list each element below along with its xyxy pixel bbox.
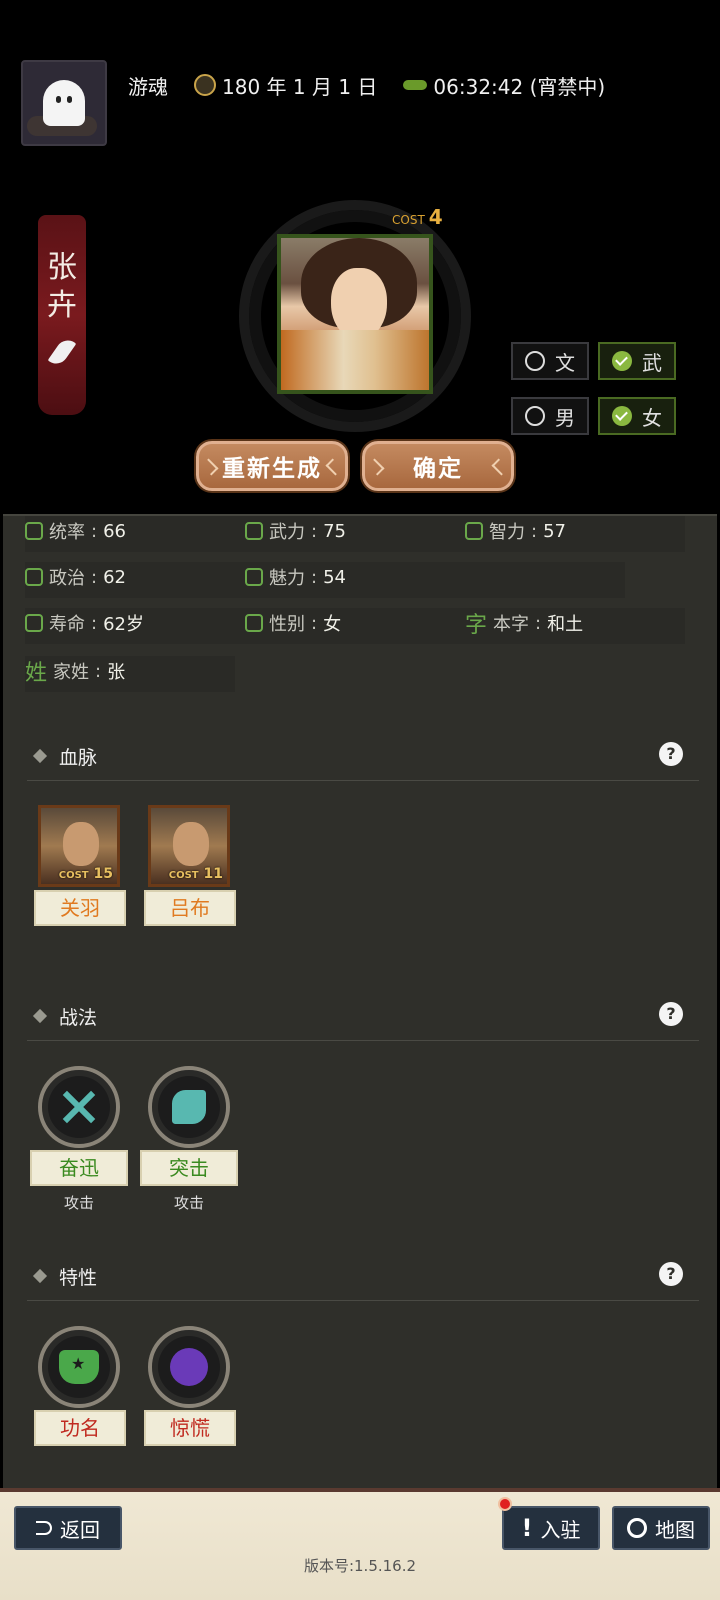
trait-jinghuang-name[interactable]: 惊慌 xyxy=(144,1410,236,1446)
trait-gongming-name[interactable]: 功名 xyxy=(34,1410,126,1446)
radio-unchecked-icon xyxy=(525,406,545,426)
brain-icon xyxy=(465,522,483,540)
toggle-female[interactable]: 女 xyxy=(598,397,676,435)
hero-card-guanyu[interactable]: COST 15 xyxy=(38,805,120,887)
hero-card-lvbu[interactable]: COST 11 xyxy=(148,805,230,887)
confirm-label: 确定 xyxy=(413,456,463,482)
game-time: 06:32:42 (宵禁中) xyxy=(433,74,606,99)
trait-jinghuang[interactable] xyxy=(148,1326,230,1408)
ant-icon xyxy=(403,80,428,90)
radio-unchecked-icon xyxy=(525,351,545,371)
section-bloodline: 血脉 ? xyxy=(27,731,699,781)
lifespan-icon xyxy=(25,614,43,632)
attributes-panel[interactable]: 统率: 66 武力: 75 智力: 57 政治: 62 魅力: 54 寿命: 6… xyxy=(3,514,717,1600)
gender-icon xyxy=(245,614,263,632)
crossed-swords-icon xyxy=(62,1090,96,1124)
trait-gongming[interactable] xyxy=(38,1326,120,1408)
regenerate-button[interactable]: 重新生成 xyxy=(196,441,348,491)
zi-char-icon: 字 xyxy=(465,613,488,638)
version-label: 版本号:1.5.16.2 xyxy=(303,1557,417,1575)
hero-name-lvbu[interactable]: 吕布 xyxy=(144,890,236,926)
toggle-wen-label: 文 xyxy=(555,350,575,375)
map-button[interactable]: 地图 xyxy=(612,1506,710,1550)
character-portrait xyxy=(277,234,433,394)
check-icon xyxy=(612,406,632,426)
hero-name-guanyu[interactable]: 关羽 xyxy=(34,890,126,926)
stat-tongshuai: 统率: 66 xyxy=(25,516,126,546)
stat-shouming: 寿命: 62岁 xyxy=(25,608,144,638)
bottom-bar: 返回 ! 入驻 地图 xyxy=(0,1488,720,1600)
tactic-tuji-type: 攻击 xyxy=(173,1194,204,1212)
check-icon xyxy=(612,351,632,371)
ghost-icon xyxy=(43,80,85,126)
cost-value: 4 xyxy=(428,205,443,229)
quill-icon[interactable] xyxy=(47,335,77,369)
globe-icon xyxy=(627,1518,647,1538)
notification-dot xyxy=(498,1497,512,1511)
toggle-male[interactable]: 男 xyxy=(511,397,589,435)
help-icon[interactable]: ? xyxy=(659,1262,683,1286)
stat-jiaxing: 姓 家姓: 张 xyxy=(25,656,125,687)
section-tactics-title: 战法 xyxy=(59,1007,98,1029)
name-banner: 张 卉 xyxy=(38,215,86,415)
koala-icon xyxy=(170,1348,208,1386)
diamond-icon xyxy=(32,1268,48,1284)
stat-wuli: 武力: 75 xyxy=(245,516,346,546)
help-icon[interactable]: ? xyxy=(659,742,683,766)
xing-char-icon: 姓 xyxy=(25,661,48,686)
toggle-wu-label: 武 xyxy=(642,350,662,375)
section-tactics: 战法 ? xyxy=(27,991,699,1041)
eye-icon xyxy=(245,568,263,586)
runner-icon xyxy=(172,1090,206,1124)
stat-meili: 魅力: 54 xyxy=(245,562,346,592)
hero-cost: COST 15 xyxy=(58,866,113,882)
back-arrow-icon xyxy=(36,1521,52,1535)
section-traits-title: 特性 xyxy=(59,1267,98,1289)
player-name: 游魂 xyxy=(128,74,168,99)
diamond-icon xyxy=(32,748,48,764)
map-label: 地图 xyxy=(655,1517,695,1542)
cost-label: COST xyxy=(392,213,425,227)
stat-zhili: 智力: 57 xyxy=(465,516,566,546)
section-bloodline-title: 血脉 xyxy=(59,747,98,769)
toggle-female-label: 女 xyxy=(642,405,662,430)
station-label: 入驻 xyxy=(540,1517,581,1542)
flag-icon xyxy=(25,522,43,540)
tactic-tuji-name[interactable]: 突击 xyxy=(140,1150,238,1186)
stat-zhengzhi: 政治: 62 xyxy=(25,562,126,592)
toggle-wen[interactable]: 文 xyxy=(511,342,589,380)
game-date: 180 年 1 月 1 日 xyxy=(222,74,378,99)
player-avatar[interactable] xyxy=(21,60,107,146)
hero-cost: COST 11 xyxy=(168,866,223,882)
arm-icon xyxy=(245,522,263,540)
status-bar: 游魂 180 年 1 月 1 日 06:32:42 (宵禁中) xyxy=(128,70,605,100)
tactic-fenxun[interactable] xyxy=(38,1066,120,1148)
exclamation-icon: ! xyxy=(521,1514,533,1542)
tactic-fenxun-name[interactable]: 奋迅 xyxy=(30,1150,128,1186)
station-button[interactable]: ! 入驻 xyxy=(502,1506,600,1550)
regenerate-label: 重新生成 xyxy=(222,456,322,482)
politics-icon xyxy=(25,568,43,586)
section-traits: 特性 ? xyxy=(27,1251,699,1301)
confirm-button[interactable]: 确定 xyxy=(362,441,514,491)
tactic-tuji[interactable] xyxy=(148,1066,230,1148)
diamond-icon xyxy=(32,1008,48,1024)
help-icon[interactable]: ? xyxy=(659,1002,683,1026)
name-char-2: 卉 xyxy=(47,288,77,323)
cost-indicator: COST 4 xyxy=(392,205,443,229)
name-char-1: 张 xyxy=(47,250,77,285)
back-button[interactable]: 返回 xyxy=(14,1506,122,1550)
stat-xingbie: 性别: 女 xyxy=(245,608,341,638)
toggle-wu[interactable]: 武 xyxy=(598,342,676,380)
stat-benzi: 字 本字: 和土 xyxy=(465,608,583,639)
calendar-sun-icon xyxy=(194,74,216,96)
toggle-male-label: 男 xyxy=(555,405,575,430)
back-label: 返回 xyxy=(60,1517,100,1542)
tactic-fenxun-type: 攻击 xyxy=(63,1194,94,1212)
badge-icon xyxy=(59,1350,99,1384)
